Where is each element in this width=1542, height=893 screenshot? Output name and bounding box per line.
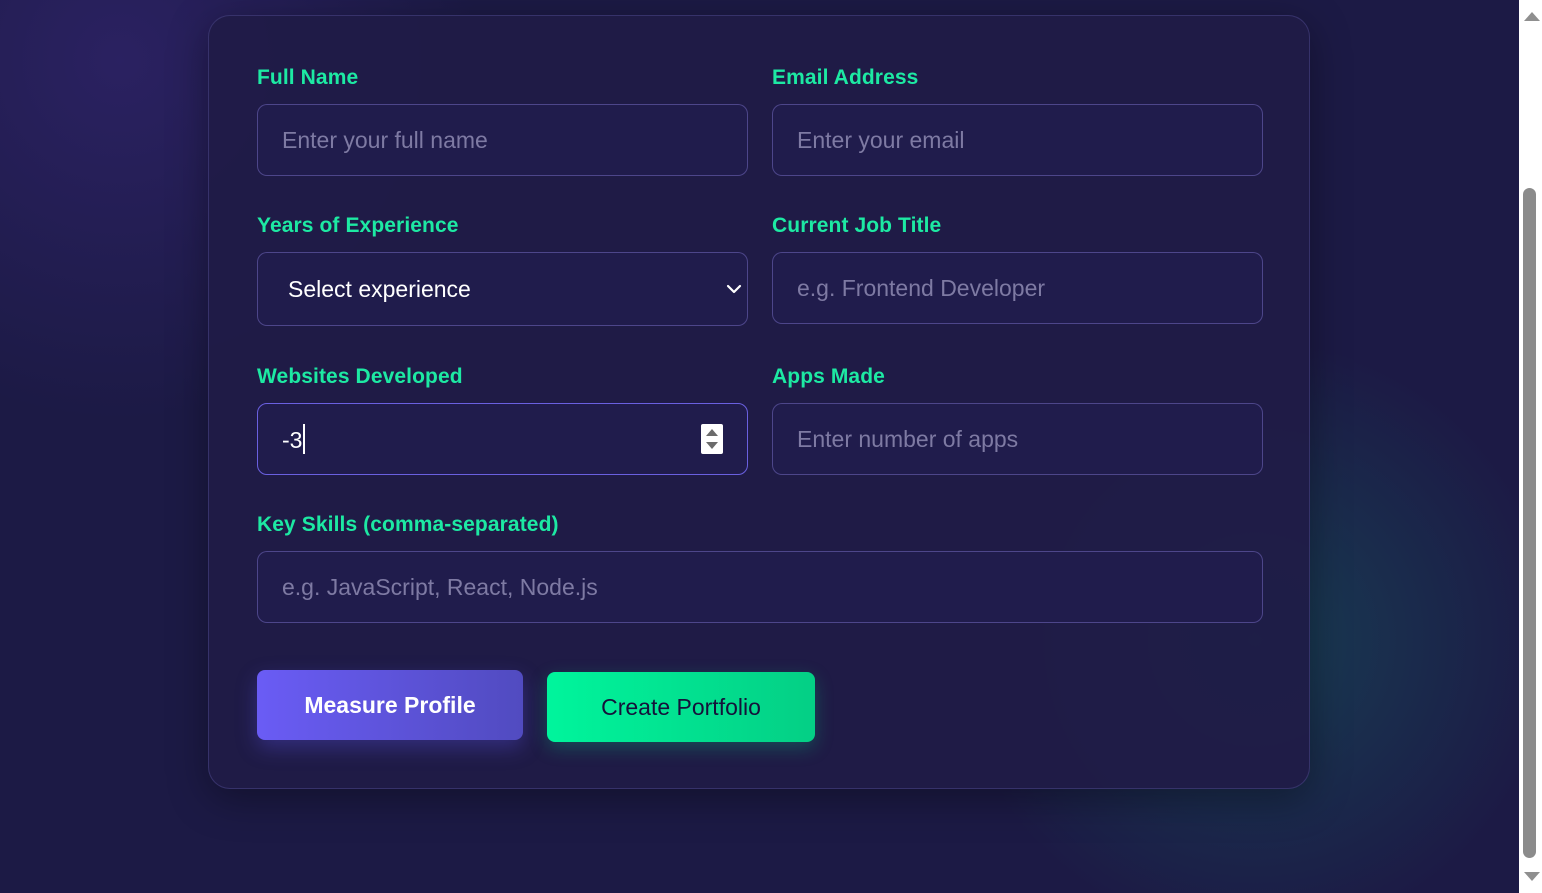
skills-label: Key Skills (comma-separated)	[257, 513, 559, 536]
experience-select[interactable]: Select experience	[257, 252, 748, 326]
job-title-input[interactable]	[772, 252, 1263, 324]
full-name-label: Full Name	[257, 66, 359, 89]
scrollbar-thumb[interactable]	[1523, 188, 1536, 858]
measure-profile-button[interactable]: Measure Profile	[257, 670, 523, 740]
spinner-up-icon[interactable]	[706, 429, 718, 436]
page-viewport: Full Name Email Address Years of Experie…	[0, 0, 1519, 893]
scroll-up-arrow-icon[interactable]	[1524, 12, 1540, 21]
text-caret	[303, 424, 305, 454]
experience-selected-value: Select experience	[288, 275, 471, 302]
apps-label: Apps Made	[772, 365, 885, 388]
full-name-input[interactable]	[257, 104, 748, 176]
create-portfolio-button[interactable]: Create Portfolio	[547, 672, 815, 742]
apps-input[interactable]	[772, 403, 1263, 475]
skills-input[interactable]	[257, 551, 1263, 623]
chevron-down-icon	[726, 284, 742, 294]
websites-value: -3	[282, 424, 305, 454]
job-title-label: Current Job Title	[772, 214, 942, 237]
vertical-scrollbar[interactable]	[1519, 0, 1542, 893]
email-input[interactable]	[772, 104, 1263, 176]
number-spinner[interactable]	[701, 424, 723, 454]
websites-number-input[interactable]: -3	[257, 403, 748, 475]
scroll-down-arrow-icon[interactable]	[1524, 872, 1540, 881]
experience-label: Years of Experience	[257, 214, 459, 237]
websites-label: Websites Developed	[257, 365, 463, 388]
spinner-down-icon[interactable]	[706, 442, 718, 449]
email-label: Email Address	[772, 66, 919, 89]
